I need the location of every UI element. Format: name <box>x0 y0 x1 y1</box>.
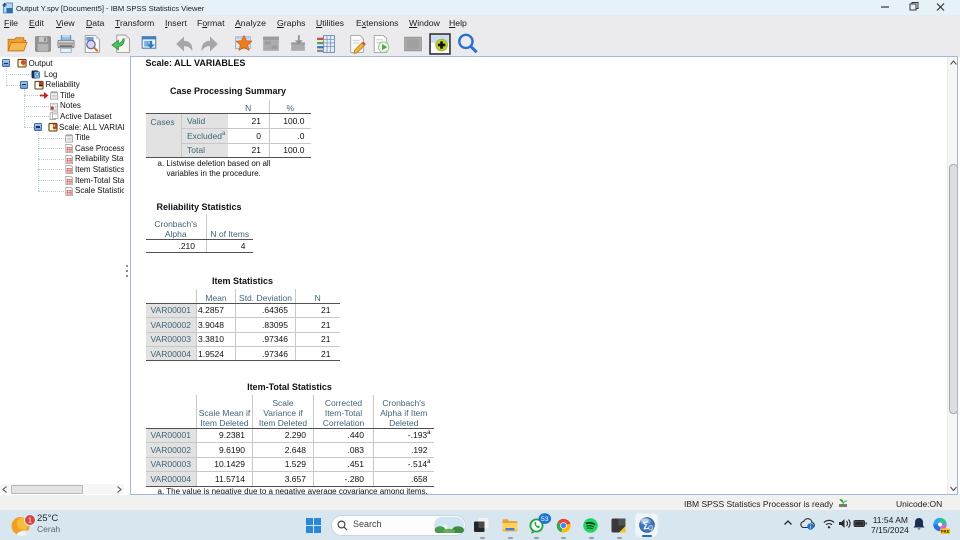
svg-text:PRE: PRE <box>941 529 950 534</box>
svg-text:1: 1 <box>28 515 32 524</box>
svg-text:53: 53 <box>541 516 549 523</box>
svg-text:i: i <box>810 525 811 530</box>
